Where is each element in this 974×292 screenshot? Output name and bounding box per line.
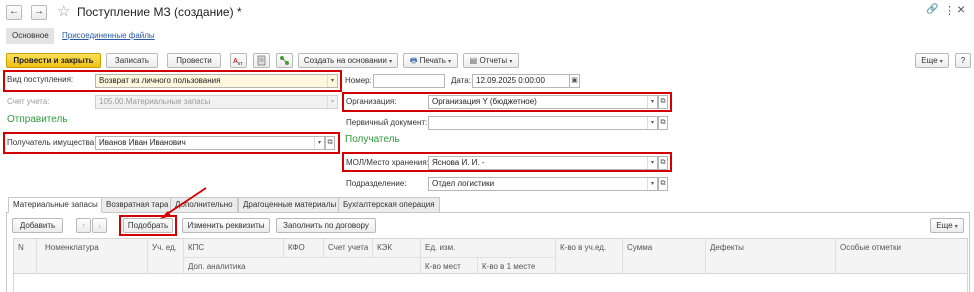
department-label: Подразделение:: [346, 179, 407, 188]
create-based-on-button[interactable]: Создать на основании ▾: [298, 53, 398, 68]
col-special-notes[interactable]: Особые отметки: [840, 243, 901, 252]
col-sum[interactable]: Сумма: [627, 243, 652, 252]
add-button[interactable]: Добавить: [12, 218, 63, 233]
chevron-down-icon: ▾: [327, 96, 337, 108]
highlight-organization: [342, 92, 672, 112]
col-places[interactable]: К-во мест: [425, 262, 461, 271]
table-more-label: Еще: [936, 221, 953, 230]
print-button[interactable]: 🖶 Печать ▾: [403, 53, 458, 68]
chevron-down-icon: ▾: [509, 59, 513, 65]
forward-button[interactable]: →: [31, 5, 47, 20]
calendar-icon[interactable]: ▣: [569, 74, 580, 88]
highlight-receipt-type: [3, 70, 342, 92]
sender-section-title: Отправитель: [7, 114, 68, 125]
structure-icon[interactable]: [276, 53, 293, 68]
open-icon[interactable]: ⧉: [658, 177, 668, 191]
col-per-place[interactable]: К-во в 1 месте: [482, 262, 535, 271]
more-vertical-icon[interactable]: ⋮: [944, 4, 955, 17]
department-value: Отдел логистики: [432, 179, 495, 188]
create-based-on-label: Создать на основании: [303, 56, 387, 65]
page-title: Поступление МЗ (создание) *: [77, 5, 242, 19]
col-kps[interactable]: КПС: [188, 243, 204, 252]
report-icon: ▤: [469, 56, 478, 65]
tab-attached-files[interactable]: Присоединенные файлы: [62, 31, 155, 40]
arrow-annotation: [160, 187, 207, 219]
table-more-button[interactable]: Еще ▾: [930, 218, 964, 233]
tab-main-label: Основное: [12, 31, 49, 40]
header-divider: [183, 257, 555, 258]
col-n[interactable]: N: [18, 243, 24, 252]
col-extra-analytics[interactable]: Доп. аналитика: [188, 262, 245, 271]
col-defects[interactable]: Дефекты: [710, 243, 744, 252]
account-value: 105.00.Материальные запасы: [99, 97, 211, 106]
save-button[interactable]: Записать: [106, 53, 158, 68]
more-button[interactable]: Еще ▾: [915, 53, 949, 68]
post-and-close-button[interactable]: Провести и закрыть: [6, 53, 101, 68]
move-up-button[interactable]: ↑: [76, 218, 91, 233]
department-field[interactable]: Отдел логистики ▾: [428, 177, 658, 191]
receiver-section-title: Получатель: [345, 134, 400, 145]
highlight-mol: [342, 152, 672, 172]
date-label: Дата:: [451, 76, 471, 85]
print-label: Печать: [419, 56, 446, 65]
date-field[interactable]: 12.09.2025 0:00:00: [472, 74, 570, 88]
printer-icon: 🖶: [409, 56, 418, 65]
col-nomenclature[interactable]: Номенклатура: [45, 243, 99, 252]
table-body: [13, 274, 968, 292]
col-kfo[interactable]: КФО: [288, 243, 305, 252]
star-icon[interactable]: ☆: [57, 2, 70, 20]
col-measure[interactable]: Ед. изм.: [425, 243, 455, 252]
chevron-down-icon: ▾: [389, 59, 393, 65]
col-kek[interactable]: КЭК: [377, 243, 392, 252]
tab-main[interactable]: Основное: [6, 28, 54, 44]
more-label: Еще: [921, 56, 938, 65]
number-field[interactable]: [373, 74, 445, 88]
chevron-down-icon: ▾: [939, 59, 943, 65]
chevron-down-icon: ▾: [954, 224, 958, 230]
chevron-down-icon[interactable]: ▾: [647, 178, 657, 190]
back-button[interactable]: ←: [6, 5, 22, 20]
primary-doc-label: Первичный документ:: [346, 118, 428, 127]
dt-kt-icon[interactable]: Aкт: [230, 53, 247, 68]
fill-by-contract-button[interactable]: Заполнить по договору: [276, 218, 376, 233]
move-down-button[interactable]: ↓: [92, 218, 107, 233]
highlight-recipient: [3, 132, 340, 154]
primary-doc-field[interactable]: ▾: [428, 116, 658, 130]
help-button[interactable]: ?: [955, 53, 971, 68]
svg-text:кт: кт: [238, 61, 243, 67]
account-field: 105.00.Материальные запасы ▾: [95, 95, 338, 109]
journal-icon[interactable]: [253, 53, 270, 68]
reports-button[interactable]: ▤ Отчеты ▾: [463, 53, 519, 68]
reports-label: Отчеты: [479, 56, 508, 65]
post-button[interactable]: Провести: [167, 53, 221, 68]
date-value: 12.09.2025 0:00:00: [476, 76, 545, 85]
number-label: Номер:: [345, 76, 372, 85]
link-icon[interactable]: 🔗: [926, 4, 938, 15]
tab-precious-materials[interactable]: Драгоценные материалы: [238, 197, 342, 212]
open-icon[interactable]: ⧉: [658, 116, 668, 130]
col-qty-unit[interactable]: К-во в уч.ед.: [560, 243, 606, 252]
col-account[interactable]: Счет учета: [328, 243, 368, 252]
chevron-down-icon: ▾: [448, 59, 452, 65]
tab-accounting-operation[interactable]: Бухгалтерская операция: [338, 197, 440, 212]
account-label: Счет учета:: [7, 97, 50, 106]
close-icon[interactable]: ×: [957, 1, 965, 17]
chevron-down-icon[interactable]: ▾: [647, 117, 657, 129]
tab-materials[interactable]: Материальные запасы: [8, 197, 103, 213]
col-unit[interactable]: Уч. ед.: [152, 243, 177, 252]
